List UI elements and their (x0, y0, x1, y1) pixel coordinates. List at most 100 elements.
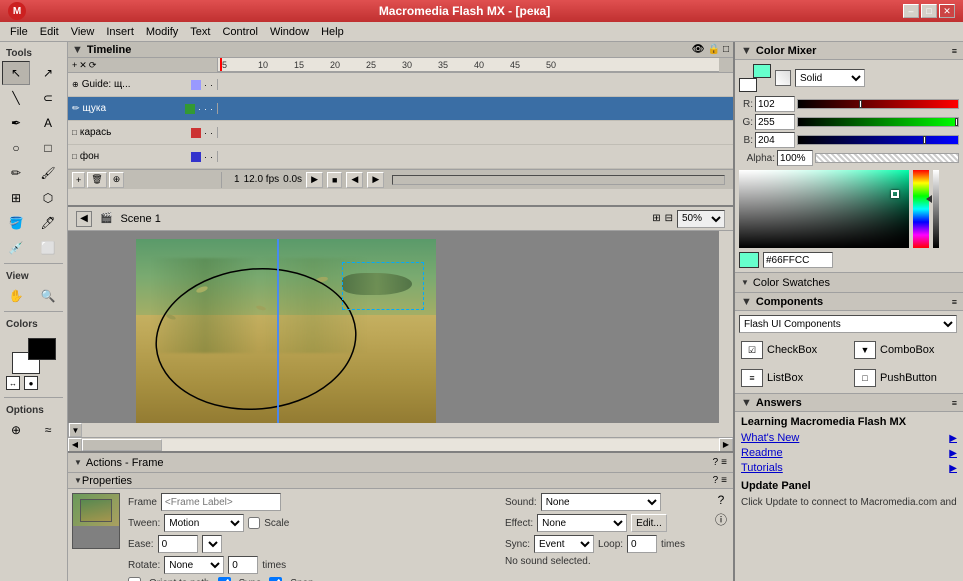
tool-paint[interactable]: 🖊 (34, 211, 62, 235)
sync-event-select[interactable]: Event Start Stop (534, 535, 594, 553)
prop-help-icon[interactable]: ? (718, 493, 725, 507)
tool-pencil[interactable]: ✏ (2, 161, 30, 185)
hscroll-right[interactable]: ▶ (719, 438, 733, 452)
answers-link-tutorials[interactable]: Tutorials ▶ (741, 462, 957, 474)
hue-bar[interactable] (913, 170, 929, 248)
back-btn[interactable]: ◀ (76, 211, 92, 227)
add-guide-btn[interactable]: ⊕ (109, 172, 125, 188)
close-button[interactable]: ✕ (939, 4, 955, 18)
prop-info-icon[interactable]: ⓘ (715, 511, 727, 528)
ease-direction[interactable]: ▼ (202, 535, 222, 553)
color-mixer-menu-icon[interactable]: ≡ (952, 46, 957, 56)
timeline-frame-icon[interactable]: □ (723, 44, 729, 55)
hscroll-left[interactable]: ◀ (68, 438, 82, 452)
layer-фон-eye[interactable]: · (204, 152, 207, 162)
components-type-select[interactable]: Flash UI Components (739, 315, 957, 333)
option-magnet[interactable]: ⊕ (2, 418, 30, 442)
snap-checkbox[interactable] (269, 577, 282, 581)
r-input[interactable] (755, 96, 795, 112)
sync-checkbox[interactable] (218, 577, 231, 581)
default-colors-btn[interactable]: ● (24, 376, 38, 390)
color-mixer-collapse[interactable]: ▼ (741, 45, 752, 57)
tool-oval[interactable]: ○ (2, 136, 30, 160)
tool-pen[interactable]: ✒ (2, 111, 30, 135)
b-input[interactable] (755, 132, 795, 148)
table-row[interactable]: ✏ щука · · · (68, 97, 733, 121)
add-motion-icon[interactable]: ⟳ (89, 60, 97, 71)
layer-фон[interactable]: □ фон · · (68, 151, 218, 162)
layer-фон-lock[interactable]: · (210, 152, 213, 162)
properties-options-icon[interactable]: ≡ (721, 475, 727, 486)
frame-label-input[interactable] (161, 493, 281, 511)
layer-щука[interactable]: ✏ щука · · · (68, 103, 218, 114)
color-swatches-collapse[interactable]: ▼ (741, 278, 749, 287)
foreground-color-box[interactable] (28, 338, 56, 360)
actions-help-icon[interactable]: ? (713, 457, 719, 468)
menu-edit[interactable]: Edit (34, 24, 65, 40)
zoom-select[interactable]: 50% 100% 200% (677, 210, 725, 228)
stop-btn[interactable]: ■ (327, 172, 342, 188)
menu-modify[interactable]: Modify (140, 24, 184, 40)
layer-карась[interactable]: □ карась · · (68, 127, 218, 138)
list-item[interactable]: □ PushButton (852, 367, 959, 389)
delete-layer-icon[interactable]: ✕ (79, 60, 87, 71)
b-handle[interactable] (923, 136, 926, 144)
timeline-lock-icon[interactable]: 🔒 (708, 44, 720, 55)
tool-line[interactable]: ╲ (2, 86, 30, 110)
answers-link-readme[interactable]: Readme ▶ (741, 447, 957, 459)
ease-input[interactable] (158, 535, 198, 553)
layer-guide-lock[interactable]: · (210, 80, 213, 90)
menu-file[interactable]: File (4, 24, 34, 40)
no-color-box[interactable] (775, 70, 791, 86)
answers-collapse[interactable]: ▼ (741, 397, 752, 409)
add-layer-btn[interactable]: + (72, 172, 85, 188)
fit-page-icon[interactable]: ⊞ (652, 213, 660, 224)
option-smooth[interactable]: ≈ (34, 418, 62, 442)
vscroll-down[interactable]: ▼ (69, 423, 82, 437)
menu-view[interactable]: View (65, 24, 101, 40)
tool-text[interactable]: A (34, 111, 62, 135)
components-menu-icon[interactable]: ≡ (952, 297, 957, 307)
b-slider[interactable] (797, 135, 959, 145)
color-field[interactable] (739, 170, 909, 248)
r-handle[interactable] (859, 100, 862, 108)
alpha-slider[interactable] (815, 153, 959, 163)
rotate-select[interactable]: None CW CCW Auto (164, 556, 224, 574)
menu-control[interactable]: Control (216, 24, 263, 40)
minimize-button[interactable]: – (903, 4, 919, 18)
actions-collapse[interactable]: ▼ (74, 458, 82, 467)
tool-freexform[interactable]: ⊞ (2, 186, 30, 210)
components-collapse[interactable]: ▼ (741, 296, 752, 308)
answers-menu-icon[interactable]: ≡ (952, 398, 957, 408)
tween-select[interactable]: Motion Shape None (164, 514, 244, 532)
layer-щука-lock[interactable]: · (204, 104, 207, 114)
alpha-input[interactable] (777, 150, 813, 166)
layer-щука-eye[interactable]: · (198, 104, 201, 114)
hscroll-thumb[interactable] (82, 439, 162, 451)
tool-ink[interactable]: 🪣 (2, 211, 30, 235)
tool-arrow[interactable]: ↖ (2, 61, 30, 85)
menu-text[interactable]: Text (184, 24, 216, 40)
window-controls[interactable]: – □ ✕ (903, 4, 955, 18)
fill-color-box[interactable] (753, 64, 771, 78)
table-row[interactable]: ⊕ Guide: щ... · · (68, 73, 733, 97)
list-item[interactable]: ▼ ComboBox (852, 339, 959, 361)
g-slider[interactable] (797, 117, 959, 127)
playhead[interactable] (220, 58, 222, 72)
color-type-select[interactable]: Solid Linear Radial None Bitmap (795, 69, 865, 87)
tool-fill[interactable]: ⬡ (34, 186, 62, 210)
add-layer-icon[interactable]: + (72, 60, 77, 70)
layer-guide-eye[interactable]: · (204, 80, 207, 90)
prev-frame-btn[interactable]: ◀ (346, 172, 363, 188)
layer-щука-outline[interactable]: · (210, 104, 213, 114)
tool-brush[interactable]: 🖌 (34, 161, 62, 185)
timeline-collapse[interactable]: ▼ (72, 44, 83, 56)
sound-select[interactable]: None (541, 493, 661, 511)
tool-eyedropper[interactable]: 💉 (2, 236, 30, 260)
hex-input[interactable] (763, 252, 833, 268)
table-row[interactable]: □ карась · · (68, 121, 733, 145)
next-frame-btn[interactable]: ▶ (367, 172, 384, 188)
list-item[interactable]: ☑ CheckBox (739, 339, 846, 361)
menu-window[interactable]: Window (264, 24, 315, 40)
actions-options-icon[interactable]: ≡ (721, 457, 727, 468)
